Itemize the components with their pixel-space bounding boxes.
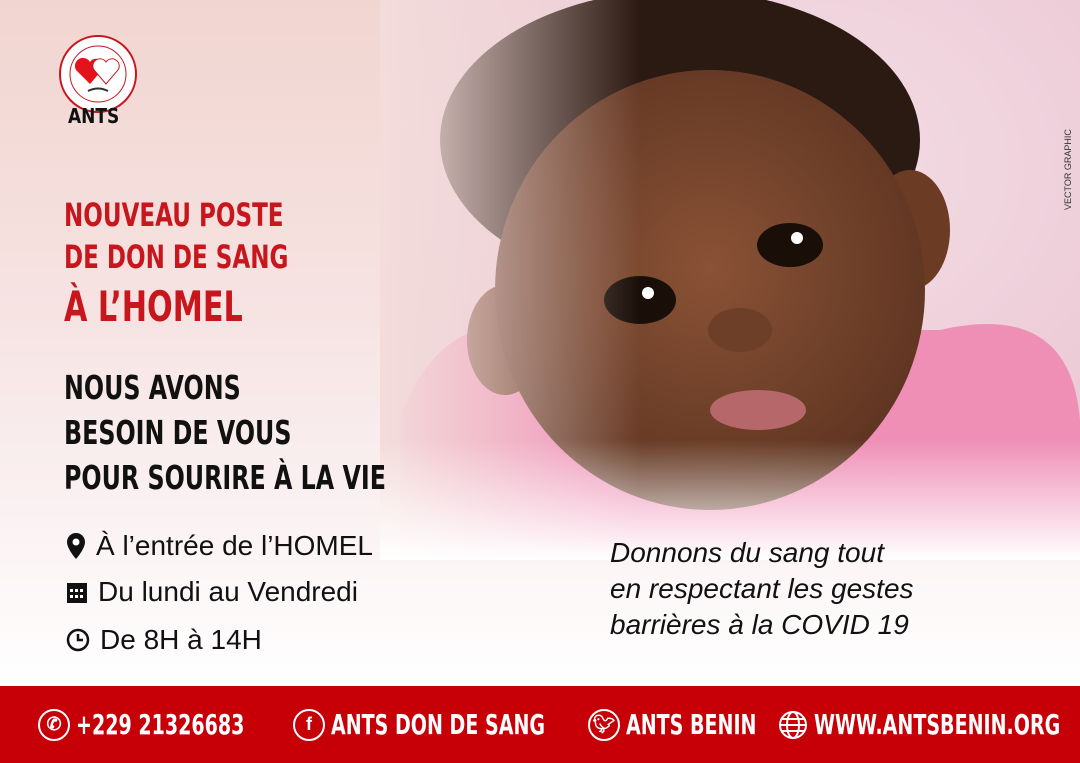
headline-line-1: NOUVEAU POSTE bbox=[64, 196, 284, 234]
calendar-icon bbox=[67, 583, 87, 603]
headline-line-2: DE DON DE SANG bbox=[64, 238, 289, 276]
footer-website[interactable]: WWW.ANTSBENIN.ORG bbox=[778, 708, 1080, 741]
globe-icon bbox=[779, 710, 807, 739]
slogan-line-2: en respectant les gestes bbox=[610, 573, 914, 604]
slogan-line-1: Donnons du sang tout bbox=[610, 537, 884, 568]
location-pin-icon bbox=[67, 533, 85, 559]
subhead-line-3: POUR SOURIRE À LA VIE bbox=[64, 458, 386, 497]
logo-name: ANTS bbox=[68, 104, 120, 128]
facebook-icon: f bbox=[293, 708, 325, 741]
phone-icon: ✆ bbox=[38, 708, 70, 741]
info-hours: De 8H à 14H bbox=[66, 624, 262, 656]
subhead-line-2: BESOIN DE VOUS bbox=[64, 413, 292, 452]
footer-twitter[interactable]: 🐦︎ ANTS BENIN bbox=[588, 708, 778, 741]
twitter-icon: 🐦︎ bbox=[588, 708, 620, 741]
contact-footer: ✆ +229 21326683 f ANTS DON DE SANG 🐦︎ ANTS … bbox=[0, 686, 1080, 763]
footer-facebook[interactable]: f ANTS DON DE SANG bbox=[293, 708, 588, 741]
slogan-line-3: barrières à la COVID 19 bbox=[610, 609, 909, 640]
covid-slogan: Donnons du sang tout en respectant les g… bbox=[610, 535, 914, 643]
footer-phone[interactable]: ✆ +229 21326683 bbox=[38, 708, 293, 741]
photo-credit: VECTOR GRAPHIC bbox=[1063, 129, 1073, 210]
ants-logo bbox=[59, 35, 137, 113]
info-days: Du lundi au Vendredi bbox=[66, 576, 358, 608]
subhead-line-1: NOUS AVONS bbox=[64, 368, 241, 407]
headline-line-3: À L’HOMEL bbox=[64, 282, 243, 331]
clock-icon bbox=[66, 628, 90, 652]
info-location: À l’entrée de l’HOMEL bbox=[66, 530, 373, 562]
